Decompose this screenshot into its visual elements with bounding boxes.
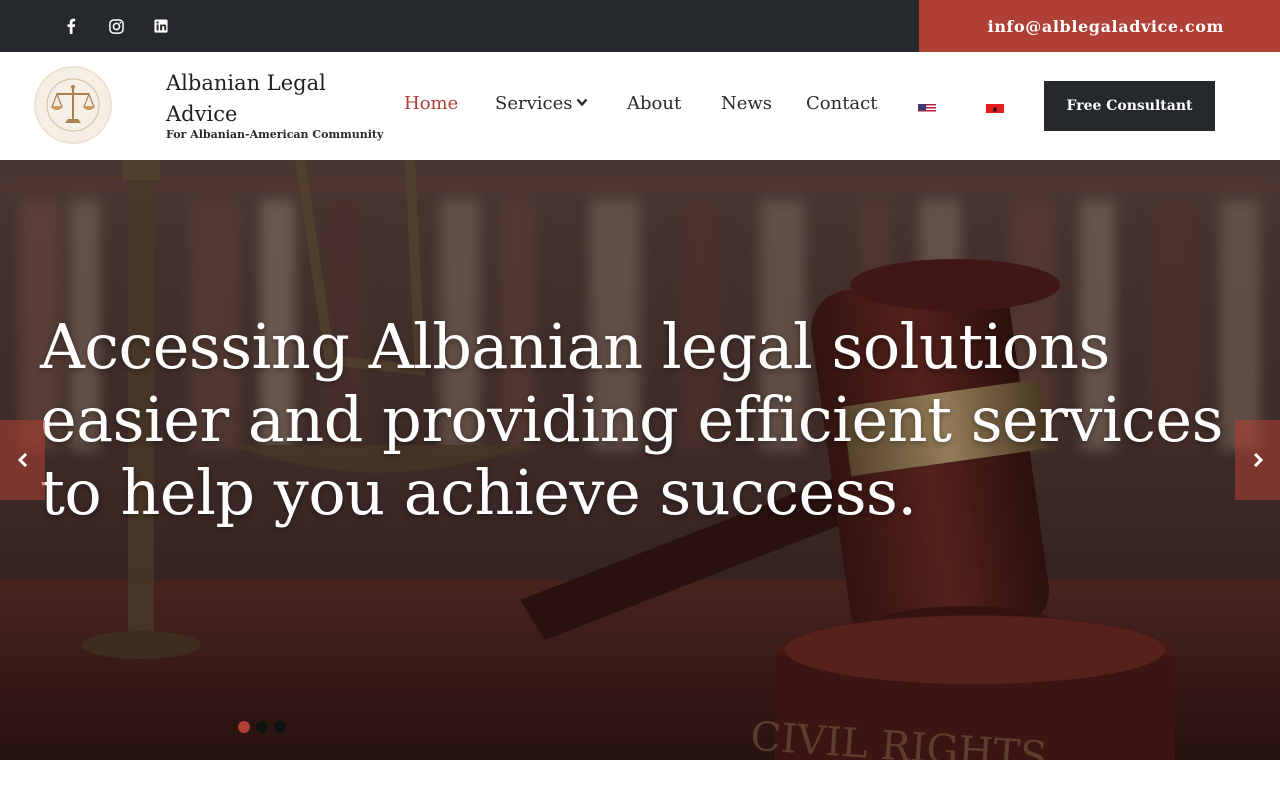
- email-banner: info@alblegaladvice.com: [919, 0, 1280, 52]
- linkedin-icon[interactable]: [146, 0, 176, 52]
- nav-news[interactable]: News: [721, 93, 772, 114]
- top-bar: info@alblegaladvice.com: [0, 0, 1280, 52]
- brand-tagline: For Albanian-American Community: [166, 128, 384, 141]
- logo[interactable]: [34, 66, 112, 144]
- instagram-icon[interactable]: [101, 0, 131, 52]
- chevron-right-icon: [1253, 452, 1263, 468]
- nav-services-label: Services: [495, 93, 573, 114]
- chevron-left-icon: [17, 452, 27, 468]
- nav-about[interactable]: About: [627, 93, 681, 114]
- slider-next-button[interactable]: [1235, 420, 1280, 500]
- chevron-down-icon: [577, 98, 588, 107]
- slider-dot-1[interactable]: [238, 721, 250, 733]
- nav-services[interactable]: Services: [495, 93, 588, 114]
- page-content-start: [0, 760, 1280, 800]
- slider-prev-button[interactable]: [0, 420, 45, 500]
- albania-flag-icon[interactable]: [986, 101, 1004, 113]
- brand-title[interactable]: Albanian Legal Advice: [166, 68, 356, 130]
- site-header: Albanian Legal Advice For Albanian-Ameri…: [0, 52, 1280, 160]
- us-flag-icon[interactable]: [918, 101, 936, 113]
- free-consultant-button[interactable]: Free Consultant: [1044, 81, 1215, 131]
- nav-contact[interactable]: Contact: [806, 93, 877, 114]
- nav-home[interactable]: Home: [404, 93, 458, 114]
- facebook-icon[interactable]: [56, 0, 86, 52]
- email-link[interactable]: info@alblegaladvice.com: [988, 17, 1224, 36]
- slider-dot-3[interactable]: [274, 721, 286, 733]
- scales-of-justice-icon: [46, 78, 100, 132]
- slider-dots: [238, 721, 286, 733]
- hero-slider: CIVIL RIGHTS Accessing Albanian legal so…: [0, 160, 1280, 760]
- slider-dot-2[interactable]: [256, 721, 268, 733]
- hero-heading: Accessing Albanian legal solutions easie…: [40, 310, 1223, 529]
